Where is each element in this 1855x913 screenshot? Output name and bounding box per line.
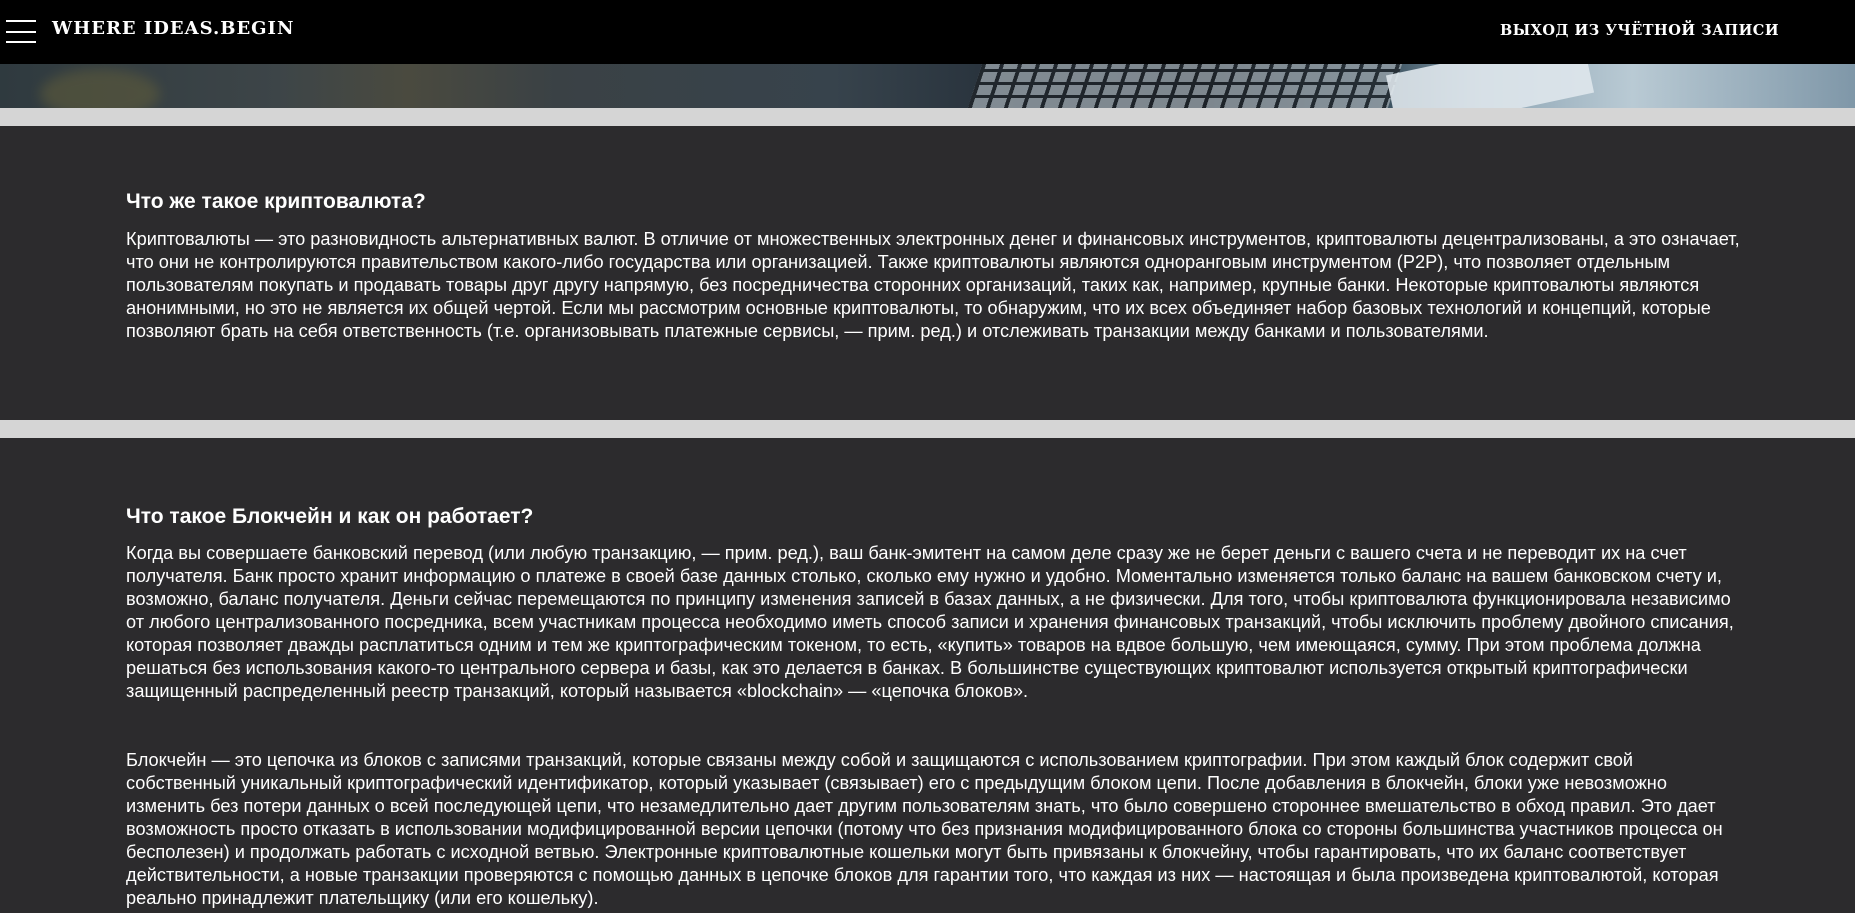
hero-image-strip (0, 64, 1855, 108)
hamburger-menu-icon[interactable] (6, 20, 36, 44)
article-section-blockchain: Что такое Блокчейн и как он работает? Ко… (0, 438, 1855, 913)
hero-keyboard-image (967, 64, 1403, 108)
hamburger-line (6, 20, 36, 22)
hamburger-line (6, 31, 36, 33)
section-paragraph: Блокчейн — это цепочка из блоков с запис… (126, 750, 1723, 908)
hamburger-line (6, 41, 36, 43)
site-logo[interactable]: WHERE IDEAS.BEGIN (52, 18, 294, 39)
logout-link[interactable]: ВЫХОД ИЗ УЧЁТНОЙ ЗАПИСИ (1500, 22, 1779, 39)
section-heading: Что такое Блокчейн и как он работает? (126, 505, 534, 528)
top-navigation-bar: WHERE IDEAS.BEGIN ВЫХОД ИЗ УЧЁТНОЙ ЗАПИС… (0, 0, 1855, 64)
hero-image-detail (40, 69, 160, 108)
section-paragraph: Криптовалюты — это разновидность альтерн… (126, 229, 1740, 341)
article-section-cryptocurrency: Что же такое криптовалюта? Криптовалюты … (0, 126, 1855, 420)
section-heading: Что же такое криптовалюта? (126, 190, 426, 213)
hero-paper-image (1385, 64, 1595, 108)
section-paragraph: Когда вы совершаете банковский перевод (… (126, 543, 1734, 701)
